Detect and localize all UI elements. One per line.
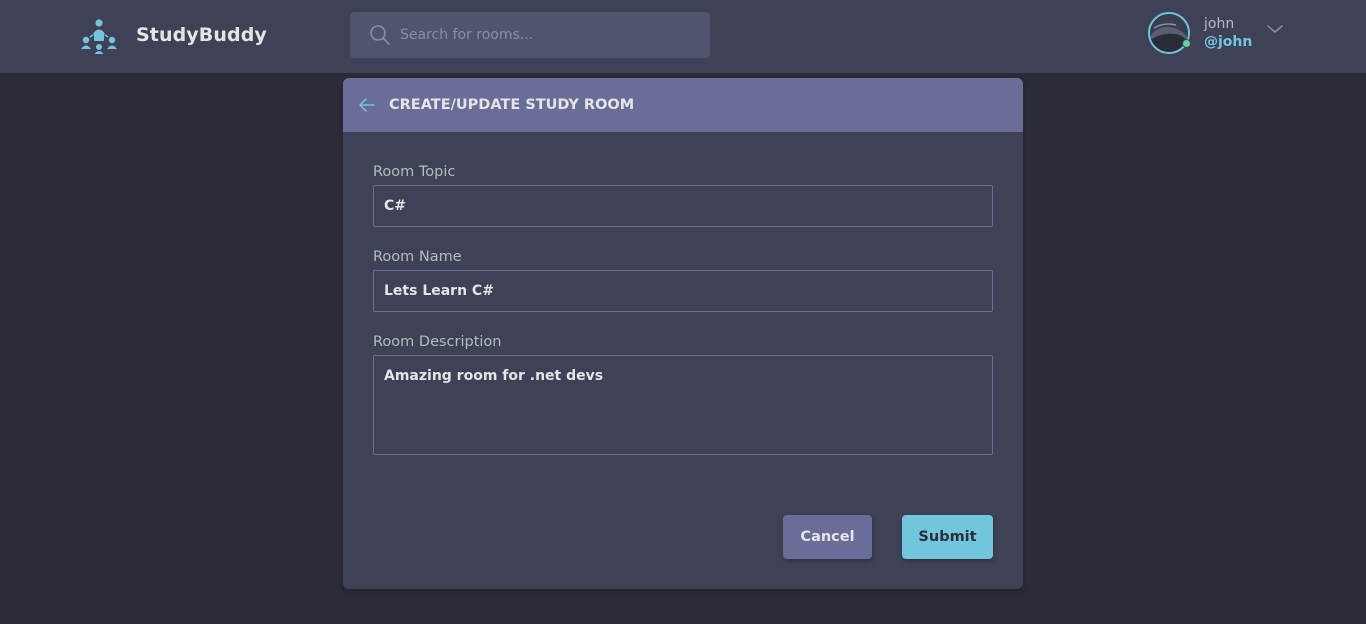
chevron-down-icon[interactable]: [1266, 22, 1284, 36]
brand-logo-link[interactable]: StudyBuddy: [80, 16, 267, 54]
submit-button[interactable]: Submit: [902, 515, 993, 559]
cancel-button[interactable]: Cancel: [783, 515, 872, 559]
room-topic-label: Room Topic: [373, 164, 456, 180]
create-room-card: CREATE/UPDATE STUDY ROOM Room Topic Room…: [343, 78, 1023, 589]
description-group: Room Description Amazing room for .net d…: [373, 332, 993, 455]
room-form: Room Topic Room Name Room Description Am…: [343, 132, 1023, 455]
search-input[interactable]: [400, 20, 700, 50]
room-name-input[interactable]: [373, 270, 993, 312]
search-icon: [350, 24, 391, 46]
name-group: Room Name: [373, 247, 993, 312]
avatar: [1148, 12, 1190, 54]
profile-name: john: [1204, 16, 1235, 32]
card-title: CREATE/UPDATE STUDY ROOM: [389, 97, 635, 113]
topic-group: Room Topic: [373, 162, 993, 227]
arrow-left-icon[interactable]: [357, 95, 377, 115]
brand-name: StudyBuddy: [136, 24, 267, 46]
profile-handle: @john: [1204, 34, 1253, 50]
profile-menu[interactable]: john @john: [1148, 11, 1252, 55]
card-header: CREATE/UPDATE STUDY ROOM: [343, 78, 1023, 132]
room-search-form: [350, 12, 710, 58]
top-navbar: StudyBuddy john @john: [0, 0, 1366, 73]
room-description-textarea[interactable]: Amazing room for .net devs: [373, 355, 993, 455]
room-name-label: Room Name: [373, 249, 462, 265]
study-group-icon: [80, 16, 118, 54]
online-status-indicator: [1182, 39, 1191, 48]
room-description-label: Room Description: [373, 334, 502, 350]
profile-names: john @john: [1204, 15, 1252, 51]
form-actions: Cancel Submit: [783, 515, 993, 559]
room-topic-input[interactable]: [373, 185, 993, 227]
